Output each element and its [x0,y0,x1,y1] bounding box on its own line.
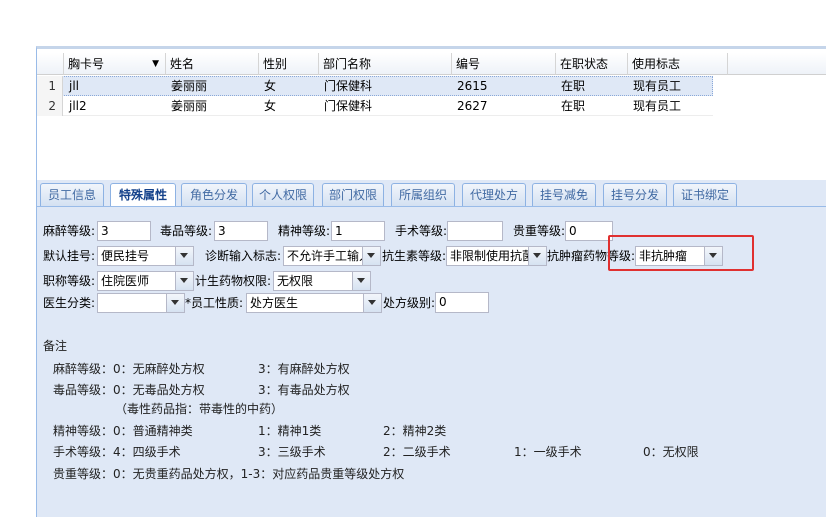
tab-registration-discount[interactable]: 挂号减免 [532,183,596,206]
note-surgery-3: 3：三级手术 [258,445,326,459]
prescription-level-label: 处方级别: [383,296,436,310]
note-narcotic-3: 3：有毒品处方权 [258,383,350,397]
chevron-down-icon[interactable] [363,294,381,312]
surgery-level-input[interactable] [447,221,503,241]
cell-name[interactable]: 姜丽丽 [167,96,207,116]
family-planning-permission-label: 计生药物权限: [195,274,272,288]
chevron-down-icon[interactable] [528,247,546,265]
doctor-category-label: 医生分类: [43,296,96,310]
cell-status[interactable]: 在职 [557,76,585,96]
narcotic-level-input[interactable]: 3 [214,221,268,241]
family-planning-permission-select[interactable]: 无权限 [273,271,371,291]
row-number: 2 [37,96,63,116]
title-level-select[interactable]: 住院医师 [97,271,194,291]
grid-header-flag[interactable]: 使用标志 [627,53,727,75]
diagnosis-input-flag-label: 诊断输入标志: [205,249,282,263]
note-psychotropic-1: 1：精神1类 [258,424,322,438]
cell-flag[interactable]: 现有员工 [629,96,681,116]
grid-header-name[interactable]: 姓名 [165,53,258,75]
note-psychotropic: 精神等级：0：普通精神类 [53,424,193,438]
grid-header-gender[interactable]: 性别 [258,53,318,75]
notes-title: 备注 [43,339,68,353]
tab-employee-info[interactable]: 员工信息 [40,183,104,206]
cell-dept[interactable]: 门保健科 [320,76,372,96]
tab-role-assign[interactable]: 角色分发 [181,183,247,206]
chevron-down-icon[interactable] [175,247,193,265]
cell-dept[interactable]: 门保健科 [320,96,372,116]
select-value: 非限制使用抗菌 [450,249,528,263]
note-psychotropic-2: 2：精神2类 [383,424,447,438]
employee-type-select[interactable]: 处方医生 [246,293,382,313]
grid-header-label: 胸卡号 [68,57,105,71]
narcotic-level-label: 毒品等级: [160,224,213,238]
tab-certificate-binding[interactable]: 证书绑定 [673,183,737,206]
table-row[interactable] [37,76,713,96]
default-registration-label: 默认挂号: [43,249,96,263]
cell-gender[interactable]: 女 [260,76,276,96]
chevron-down-icon[interactable] [362,247,380,265]
note-surgery-0: 0：无权限 [643,445,699,459]
psychotropic-level-label: 精神等级: [278,224,331,238]
precious-level-input[interactable]: 0 [565,221,613,241]
sort-dropdown-icon[interactable]: ▼ [152,53,159,75]
prescription-level-input[interactable]: 0 [435,292,489,313]
table-row[interactable] [37,96,713,116]
employee-type-label: *员工性质: [185,296,244,310]
cell-badge[interactable]: jll2 [65,96,87,116]
cell-name[interactable]: 姜丽丽 [167,76,207,96]
employee-grid: 胸卡号 ▼ 姓名 性别 部门名称 编号 在职状态 使用标志 1 jll 姜丽丽 … [36,46,826,183]
row-number: 1 [37,76,63,96]
note-surgery-1: 1：一级手术 [514,445,582,459]
grid-header-rownum [37,53,63,75]
precious-level-label: 贵重等级: [513,224,566,238]
tab-organization[interactable]: 所属组织 [391,183,455,206]
chevron-down-icon[interactable] [166,294,184,312]
grid-header-code[interactable]: 编号 [451,53,555,75]
surgery-level-label: 手术等级: [395,224,448,238]
select-value: 便民挂号 [101,249,150,263]
tab-proxy-prescription[interactable]: 代理处方 [462,183,526,206]
diagnosis-input-flag-select[interactable]: 不允许手工输入 [283,246,381,266]
antibiotic-level-select[interactable]: 非限制使用抗菌 [446,246,547,266]
note-narcotic: 毒品等级：0：无毒品处方权 [53,383,205,397]
grid-header-badge[interactable]: 胸卡号 ▼ [63,53,165,75]
antibiotic-level-label: 抗生素等级: [382,249,447,263]
title-level-label: 职称等级: [43,274,96,288]
cell-badge[interactable]: jll [65,76,79,96]
grid-header-status[interactable]: 在职状态 [555,53,627,75]
tab-dept-permission[interactable]: 部门权限 [322,183,384,206]
cell-flag[interactable]: 现有员工 [629,76,681,96]
psychotropic-level-input[interactable]: 1 [331,221,385,241]
doctor-category-select[interactable] [97,293,185,313]
select-value: 处方医生 [250,296,299,310]
tab-special-attributes[interactable]: 特殊属性 [110,183,176,208]
cell-gender[interactable]: 女 [260,96,276,116]
tab-panel: 员工信息 特殊属性 角色分发 个人权限 部门权限 所属组织 代理处方 挂号减免 … [36,180,826,517]
cell-status[interactable]: 在职 [557,96,585,116]
tab-personal-permission[interactable]: 个人权限 [252,183,314,206]
default-registration-select[interactable]: 便民挂号 [97,246,194,266]
chevron-down-icon[interactable] [352,272,370,290]
chevron-down-icon[interactable] [175,272,193,290]
select-value: 住院医师 [101,274,150,288]
select-value: 无权限 [277,274,314,288]
select-value: 不允许手工输入 [287,249,362,263]
note-precious: 贵重等级：0：无贵重药品处方权，1-3：对应药品贵重等级处方权 [53,467,405,481]
highlight-annotation-box [608,235,754,271]
anesthesia-level-input[interactable]: 3 [97,221,151,241]
grid-header-dept[interactable]: 部门名称 [318,53,451,75]
note-anesthesia-3: 3：有麻醉处方权 [258,362,350,376]
cell-code[interactable]: 2615 [453,76,488,96]
note-toxic-drugs: （毒性药品指：带毒性的中药） [115,402,284,416]
tab-registration-assign[interactable]: 挂号分发 [603,183,667,206]
note-surgery-2: 2：二级手术 [383,445,451,459]
cell-code[interactable]: 2627 [453,96,488,116]
note-anesthesia: 麻醉等级：0：无麻醉处方权 [53,362,205,376]
note-surgery: 手术等级：4：四级手术 [53,445,181,459]
anesthesia-level-label: 麻醉等级: [43,224,96,238]
grid-header-filler [727,53,826,75]
